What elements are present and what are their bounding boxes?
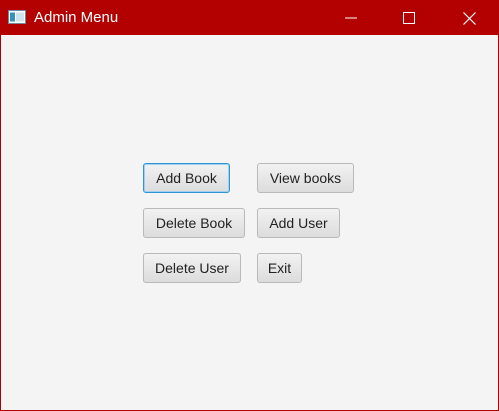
minimize-icon <box>345 17 357 19</box>
close-button[interactable] <box>440 1 498 35</box>
menu-panel: Add Book View books Delete Book Add User… <box>1 35 498 410</box>
maximize-button[interactable] <box>380 1 438 35</box>
add-user-button[interactable]: Add User <box>257 208 340 238</box>
title-bar[interactable]: Admin Menu <box>1 1 498 35</box>
java-app-icon <box>8 10 26 24</box>
exit-button[interactable]: Exit <box>257 253 302 283</box>
window-title: Admin Menu <box>34 9 119 26</box>
delete-book-button[interactable]: Delete Book <box>143 208 245 238</box>
maximize-icon <box>403 12 415 24</box>
delete-user-button[interactable]: Delete User <box>143 253 241 283</box>
view-books-button[interactable]: View books <box>257 163 354 193</box>
admin-menu-window: Admin Menu Add Book View books Delete Bo… <box>0 0 499 411</box>
close-icon <box>462 11 476 25</box>
add-book-button[interactable]: Add Book <box>143 163 230 193</box>
minimize-button[interactable] <box>322 1 380 35</box>
